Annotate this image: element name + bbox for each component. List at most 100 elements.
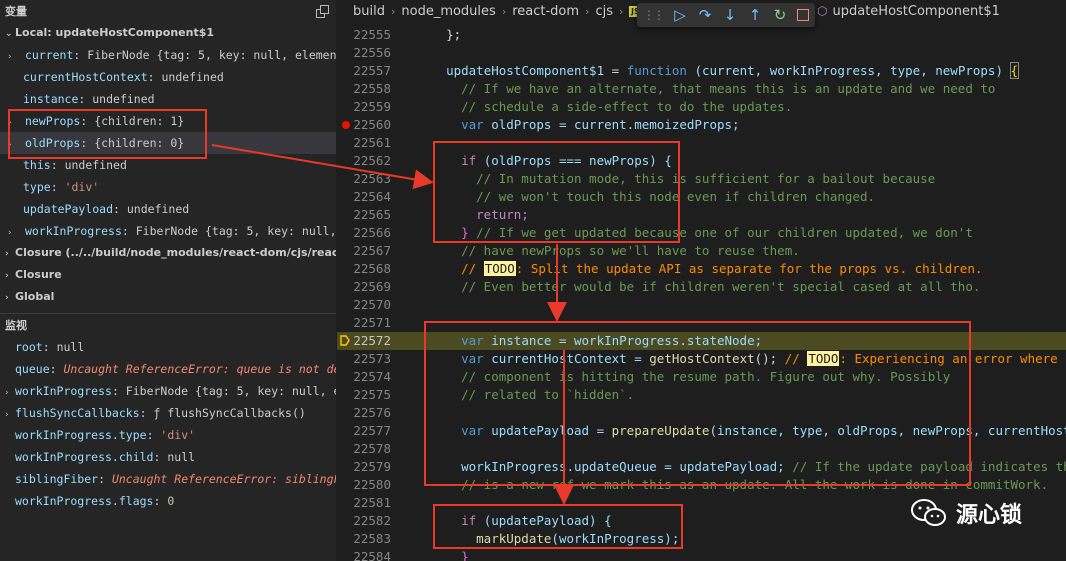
scope-closure-react-dom[interactable]: › Closure (../../build/node_modules/react… bbox=[0, 242, 336, 264]
variable-row-currentHostContext[interactable]: currentHostContext: undefined bbox=[0, 66, 336, 88]
drag-handle-icon[interactable]: ⋮⋮ bbox=[643, 8, 665, 22]
code-line: 22584 } bbox=[353, 549, 469, 561]
code-line: 22567 // have newProps so we'll have to … bbox=[353, 243, 800, 258]
scope-local[interactable]: ⌄ Local: updateHostComponent$1 bbox=[0, 22, 336, 44]
variable-row-workInProgress[interactable]: › workInProgress: FiberNode {tag: 5, key… bbox=[0, 220, 336, 242]
scope-closure[interactable]: › Closure bbox=[0, 264, 336, 286]
stop-icon[interactable] bbox=[797, 9, 809, 21]
variable-name: this bbox=[23, 158, 51, 172]
watch-value: Uncaught ReferenceError: queue is not de… bbox=[63, 362, 336, 376]
variable-value: FiberNode {tag: 5, key: null, element… bbox=[87, 48, 336, 62]
watch-item[interactable]: › flushSyncCallbacks: ƒ flushSyncCallback… bbox=[0, 402, 336, 424]
debug-sidebar: 变量 ⌄ Local: updateHostComponent$1 › curre… bbox=[0, 0, 336, 561]
watch-item[interactable]: workInProgress.type: 'div' bbox=[0, 424, 336, 446]
annotation-box-update bbox=[424, 321, 971, 486]
variable-name: current bbox=[24, 48, 74, 62]
variable-value: undefined bbox=[161, 70, 224, 84]
step-out-icon[interactable]: ↑ bbox=[747, 6, 763, 24]
variable-value: undefined bbox=[64, 158, 127, 172]
watch-item[interactable]: workInProgress.flags: 0 bbox=[0, 490, 336, 512]
restart-icon[interactable]: ↻ bbox=[772, 6, 788, 24]
watch-name: workInProgress.flags bbox=[15, 494, 154, 508]
chevron-right-icon: › bbox=[5, 271, 9, 281]
watch-item[interactable]: siblingFiber: Uncaught ReferenceError: s… bbox=[0, 468, 336, 490]
code-line: 22568 // TODO: Split the update API as s… bbox=[353, 261, 983, 276]
chevron-right-icon: › bbox=[390, 4, 396, 18]
watch-value: null bbox=[167, 450, 196, 464]
code-line: 22559 // schedule a side-effect to do th… bbox=[353, 99, 793, 114]
annotation-box-props bbox=[8, 109, 207, 159]
code-line: 22556 bbox=[353, 45, 391, 60]
watch-name: queue bbox=[15, 362, 50, 376]
chevron-down-icon: ⌄ bbox=[5, 29, 13, 39]
chevron-right-icon: › bbox=[8, 228, 12, 238]
breakpoint-icon[interactable] bbox=[342, 121, 350, 129]
breadcrumb-item[interactable]: react-dom bbox=[512, 4, 579, 19]
watch-name: root bbox=[15, 340, 43, 354]
watch-name: flushSyncCallbacks bbox=[15, 406, 140, 420]
code-line-breakpoint: 22560 var oldProps = current.memoizedPro… bbox=[337, 116, 1066, 134]
watermark: 源心锁 bbox=[910, 497, 1022, 529]
variables-title: 变量 bbox=[5, 5, 27, 18]
annotation-box-markupdate bbox=[433, 504, 683, 549]
variable-name: currentHostContext bbox=[23, 70, 148, 84]
code-line: 22570 bbox=[353, 297, 391, 312]
execution-pointer-icon bbox=[340, 335, 350, 346]
watch-item[interactable]: › workInProgress: FiberNode {tag: 5, key:… bbox=[0, 380, 336, 402]
variable-row-type[interactable]: type: 'div' bbox=[0, 176, 336, 198]
scope-label: Global bbox=[15, 290, 55, 303]
step-over-icon[interactable]: ↷ bbox=[697, 6, 713, 24]
collapse-all-icon[interactable] bbox=[316, 5, 329, 18]
chevron-right-icon: › bbox=[585, 4, 590, 18]
watch-name: siblingFiber bbox=[15, 472, 99, 486]
breadcrumb-item[interactable]: cjs bbox=[595, 4, 613, 19]
variable-name: updatePayload bbox=[23, 202, 114, 216]
watch-name: workInProgress.type bbox=[15, 428, 147, 442]
watermark-text: 源心锁 bbox=[956, 503, 1023, 528]
code-line: 22555 }; bbox=[353, 27, 462, 42]
breadcrumb-symbol[interactable]: ⬡ updateHostComponent$1 bbox=[817, 0, 1000, 22]
variable-row-updatePayload[interactable]: updatePayload: undefined bbox=[0, 198, 336, 220]
watch-header[interactable]: 监视 bbox=[0, 313, 336, 336]
variable-row-current[interactable]: › current: FiberNode {tag: 5, key: null,… bbox=[0, 44, 336, 66]
breadcrumb-symbol-label: updateHostComponent$1 bbox=[832, 3, 1000, 19]
chevron-right-icon: › bbox=[501, 4, 507, 18]
watch-item[interactable]: workInProgress.child: null bbox=[0, 446, 336, 468]
continue-icon[interactable]: ▷ bbox=[672, 6, 688, 24]
debug-toolbar: ⋮⋮ ▷ ↷ ↓ ↑ ↻ bbox=[637, 3, 815, 27]
watch-value: 'div' bbox=[160, 428, 196, 442]
method-icon: ⬡ bbox=[817, 4, 828, 18]
watch-value: Uncaught ReferenceError: siblingF… bbox=[111, 472, 336, 486]
variables-header[interactable]: 变量 bbox=[0, 0, 336, 22]
watch-name: workInProgress bbox=[15, 384, 112, 398]
chevron-right-icon: › bbox=[5, 249, 9, 259]
variable-name: workInProgress bbox=[24, 224, 122, 238]
scope-label: Closure (../../build/node_modules/react-… bbox=[15, 246, 336, 259]
step-into-icon[interactable]: ↓ bbox=[722, 6, 738, 24]
watch-value: FiberNode {tag: 5, key: null, e… bbox=[125, 384, 336, 398]
watch-item[interactable]: root: null bbox=[0, 336, 336, 358]
scope-label: Local: updateHostComponent$1 bbox=[15, 26, 215, 39]
chevron-right-icon: › bbox=[5, 410, 9, 420]
code-line: 22557 updateHostComponent$1 = function (… bbox=[353, 62, 1020, 79]
chevron-right-icon: › bbox=[8, 52, 12, 62]
watch-value: ƒ flushSyncCallbacks() bbox=[153, 406, 306, 420]
code-line: 22558 // If we have an alternate, that m… bbox=[353, 81, 996, 96]
watch-item[interactable]: queue: Uncaught ReferenceError: queue is… bbox=[0, 358, 336, 380]
variable-name: instance bbox=[23, 92, 79, 106]
breadcrumb-item[interactable]: node_modules bbox=[401, 4, 495, 19]
watch-value: 0 bbox=[167, 494, 175, 508]
variable-value: undefined bbox=[126, 202, 190, 216]
variable-value: FiberNode {tag: 5, key: null, work… bbox=[135, 224, 336, 238]
chevron-right-icon: › bbox=[5, 293, 9, 303]
wechat-icon bbox=[911, 499, 946, 526]
chevron-right-icon: › bbox=[5, 388, 9, 398]
variable-row-instance[interactable]: instance: undefined bbox=[0, 88, 336, 110]
breadcrumb-item[interactable]: build bbox=[353, 4, 385, 19]
chevron-right-icon: › bbox=[619, 4, 624, 18]
scope-global[interactable]: › Global bbox=[0, 286, 336, 308]
watch-title: 监视 bbox=[5, 319, 27, 332]
variable-value: 'div' bbox=[64, 180, 100, 194]
scope-label: Closure bbox=[15, 268, 62, 281]
watch-value: null bbox=[56, 340, 85, 354]
